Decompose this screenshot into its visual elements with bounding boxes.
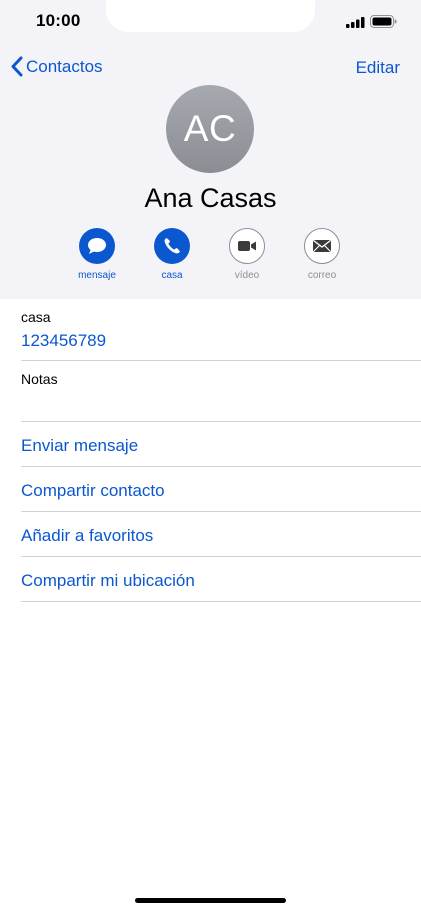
phone-icon xyxy=(154,228,190,264)
home-indicator[interactable] xyxy=(135,898,286,903)
video-action-button[interactable]: vídeo xyxy=(212,228,282,281)
chevron-left-icon xyxy=(11,56,23,77)
phone-number[interactable]: 123456789 xyxy=(21,331,421,351)
status-bar: 10:00 xyxy=(0,0,421,44)
mail-action-button[interactable]: correo xyxy=(287,228,357,281)
back-label: Contactos xyxy=(26,56,103,76)
battery-icon xyxy=(370,15,397,28)
divider xyxy=(21,421,421,422)
status-time: 10:00 xyxy=(36,11,81,30)
call-action-label: casa xyxy=(161,270,183,281)
call-action-button[interactable]: casa xyxy=(137,228,207,281)
divider xyxy=(21,360,421,361)
notch xyxy=(106,0,315,32)
notes-field[interactable] xyxy=(21,390,421,420)
avatar: AC xyxy=(166,85,254,173)
contact-name: Ana Casas xyxy=(144,183,277,213)
divider xyxy=(21,511,421,512)
quick-actions: mensaje casa vídeo correo xyxy=(0,228,421,288)
share-contact-link[interactable]: Compartir contacto xyxy=(21,481,421,501)
message-action-label: mensaje xyxy=(78,270,116,281)
message-icon xyxy=(79,228,115,264)
send-message-link[interactable]: Enviar mensaje xyxy=(21,436,421,456)
navigation-bar: Contactos Editar xyxy=(0,52,421,84)
phone-label: casa xyxy=(21,309,51,325)
video-action-label: vídeo xyxy=(234,270,260,281)
notes-label: Notas xyxy=(21,371,58,387)
divider xyxy=(21,601,421,602)
add-favorites-link[interactable]: Añadir a favoritos xyxy=(21,526,421,546)
video-icon xyxy=(229,228,265,264)
message-action-button[interactable]: mensaje xyxy=(62,228,132,281)
back-button[interactable]: Contactos xyxy=(10,56,103,77)
signal-icon xyxy=(346,17,365,28)
mail-action-label: correo xyxy=(307,270,337,281)
mail-icon xyxy=(304,228,340,264)
divider xyxy=(21,556,421,557)
divider xyxy=(21,466,421,467)
share-location-link[interactable]: Compartir mi ubicación xyxy=(21,571,421,591)
edit-button[interactable]: Editar xyxy=(356,58,400,78)
